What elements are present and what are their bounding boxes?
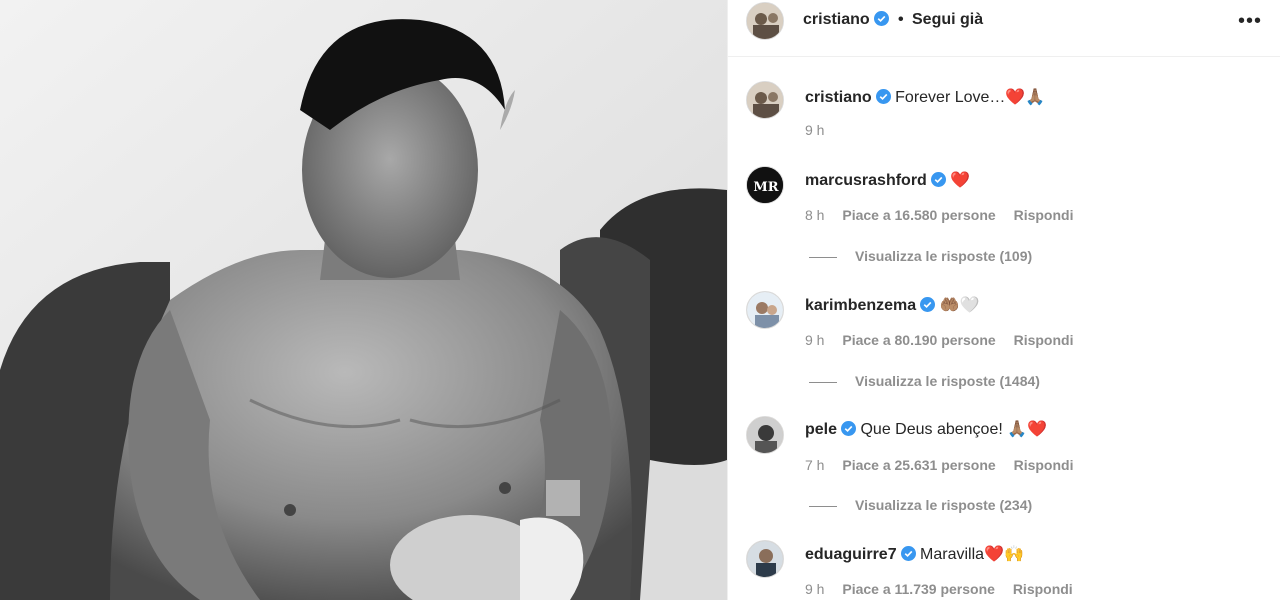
- replies-line: [809, 381, 837, 383]
- view-replies-button[interactable]: Visualizza le risposte (1484): [809, 373, 1040, 389]
- comment-likes[interactable]: Piace a 11.739 persone: [842, 581, 995, 597]
- reply-button[interactable]: Rispondi: [1014, 332, 1074, 348]
- comment-time: 9 h: [805, 581, 825, 597]
- comment-username[interactable]: karimbenzema: [805, 297, 916, 314]
- comment-meta: 9 h Piace a 11.739 persone Rispondi: [805, 581, 1087, 597]
- comment-username[interactable]: pele: [805, 421, 837, 438]
- post-header: cristiano • Segui già •••: [728, 0, 1280, 57]
- view-replies-button[interactable]: Visualizza le risposte (109): [809, 248, 1032, 264]
- verified-badge-icon: [875, 89, 891, 104]
- comment-likes[interactable]: Piace a 25.631 persone: [842, 457, 995, 473]
- author-avatar-image: [747, 3, 783, 39]
- post-photo[interactable]: [0, 0, 727, 600]
- comment-avatar-karimbenzema[interactable]: [746, 291, 784, 329]
- comment-avatar-image: [747, 292, 783, 328]
- more-options-icon[interactable]: •••: [1238, 10, 1262, 33]
- comment-avatar-marcusrashford[interactable]: MR: [746, 166, 784, 204]
- follow-status-button[interactable]: Segui già: [912, 11, 983, 29]
- verified-badge-icon: [873, 11, 889, 26]
- comment-marcusrashford: marcusrashford ❤️: [805, 170, 970, 190]
- comment-pele: pele Que Deus abençoe! 🙏🏽❤️: [805, 419, 1047, 439]
- reply-button[interactable]: Rispondi: [1014, 207, 1074, 223]
- caption-avatar[interactable]: [746, 81, 784, 119]
- comment-likes[interactable]: Piace a 80.190 persone: [842, 332, 995, 348]
- comment-likes[interactable]: Piace a 16.580 persone: [842, 207, 995, 223]
- comment-text: Que Deus abençoe!: [860, 421, 1003, 438]
- comment-meta: 7 h Piace a 25.631 persone Rispondi: [805, 457, 1087, 473]
- header-separator: •: [898, 11, 904, 28]
- replies-line: [809, 256, 837, 258]
- author-username[interactable]: cristiano: [803, 11, 889, 29]
- author-avatar[interactable]: [746, 2, 784, 40]
- verified-badge-icon: [930, 172, 946, 187]
- comment-time: 9 h: [805, 332, 825, 348]
- comment-text: Maravilla: [920, 546, 985, 563]
- comment-avatar-eduaguirre7[interactable]: [746, 540, 784, 578]
- comment-avatar-image: [747, 541, 783, 577]
- reply-button[interactable]: Rispondi: [1014, 457, 1074, 473]
- caption-emoji: ❤️🙏🏽: [1005, 87, 1046, 106]
- comment-username[interactable]: eduaguirre7: [805, 546, 897, 563]
- comment-emoji: ❤️🙌: [984, 544, 1024, 563]
- comment-avatar-pele[interactable]: [746, 416, 784, 454]
- replies-line: [809, 505, 837, 507]
- view-replies-label[interactable]: Visualizza le risposte (109): [855, 248, 1032, 264]
- svg-text:MR: MR: [753, 180, 778, 195]
- caption-text: Forever Love…: [895, 89, 1006, 106]
- comment-time: 7 h: [805, 457, 825, 473]
- comment-meta: 9 h Piace a 80.190 persone Rispondi: [805, 332, 1087, 348]
- comment-avatar-image: [747, 417, 783, 453]
- comments-panel: cristiano • Segui già ••• cristiano Fore…: [727, 0, 1280, 600]
- comment-meta: 8 h Piace a 16.580 persone Rispondi: [805, 207, 1087, 223]
- comment-emoji: 🙏🏽❤️: [1007, 419, 1048, 438]
- comment-username[interactable]: marcusrashford: [805, 172, 927, 189]
- caption: cristiano Forever Love…❤️🙏🏽: [805, 87, 1045, 107]
- author-username-text[interactable]: cristiano: [803, 11, 870, 28]
- caption-time: 9 h: [805, 122, 825, 138]
- view-replies-label[interactable]: Visualizza le risposte (234): [855, 497, 1032, 513]
- comments-scrollbar[interactable]: [1272, 57, 1280, 600]
- verified-badge-icon: [900, 546, 916, 561]
- caption-avatar-image: [747, 82, 783, 118]
- view-replies-button[interactable]: Visualizza le risposte (234): [809, 497, 1032, 513]
- verified-badge-icon: [920, 297, 936, 312]
- comment-emoji: ❤️: [950, 170, 971, 189]
- comment-emoji: 🤲🏽🤍: [939, 295, 980, 314]
- view-replies-label[interactable]: Visualizza le risposte (1484): [855, 373, 1040, 389]
- reply-button[interactable]: Rispondi: [1013, 581, 1073, 597]
- comment-time: 8 h: [805, 207, 825, 223]
- caption-meta: 9 h: [805, 122, 838, 138]
- comment-karimbenzema: karimbenzema 🤲🏽🤍: [805, 295, 979, 315]
- comment-eduaguirre7: eduaguirre7 Maravilla❤️🙌: [805, 544, 1024, 564]
- caption-username[interactable]: cristiano: [805, 89, 872, 106]
- post-image: [0, 0, 727, 600]
- comment-avatar-image: MR: [747, 167, 783, 203]
- verified-badge-icon: [841, 421, 857, 436]
